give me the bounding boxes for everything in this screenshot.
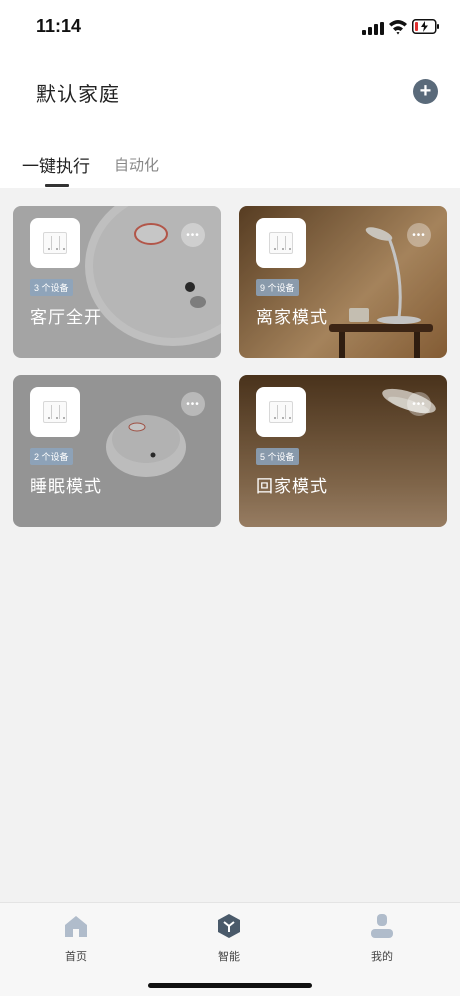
scene-name: 回家模式 (256, 477, 328, 496)
switch-panel-icon (256, 218, 306, 268)
scene-name: 客厅全开 (30, 308, 102, 327)
status-bar: 11:14 (0, 0, 460, 56)
switch-panel-icon (256, 387, 306, 437)
cellular-signal-icon (362, 22, 384, 35)
scene-name: 睡眠模式 (30, 477, 102, 496)
bottom-nav: 首页 智能 我的 (0, 902, 460, 996)
switch-panel-icon (30, 218, 80, 268)
nav-label: 首页 (65, 951, 87, 963)
nav-item-smart[interactable]: 智能 (199, 913, 259, 964)
nav-label: 智能 (218, 951, 240, 963)
nav-item-me[interactable]: 我的 (352, 913, 412, 964)
battery-charging-icon (412, 19, 439, 34)
tab-automation[interactable]: 自动化 (114, 154, 159, 175)
device-count-badge: 9 个设备 (256, 279, 299, 296)
add-scene-button[interactable]: + (413, 79, 438, 104)
scene-card[interactable]: ••• 9 个设备 离家模式 (239, 206, 447, 358)
nav-item-home[interactable]: 首页 (46, 913, 106, 964)
status-time: 11:14 (36, 16, 82, 36)
plus-icon: + (419, 79, 432, 102)
tab-one-tap[interactable]: 一键执行 (22, 152, 90, 177)
home-title[interactable]: 默认家庭 (36, 78, 120, 107)
switch-panel-icon (30, 387, 80, 437)
tab-indicator (45, 184, 69, 187)
scene-card[interactable]: ••• 5 个设备 回家模式 (239, 375, 447, 527)
more-options-button[interactable]: ••• (407, 223, 431, 247)
more-options-button[interactable]: ••• (181, 392, 205, 416)
scene-card[interactable]: ••• 3 个设备 客厅全开 (13, 206, 221, 358)
home-indicator[interactable] (148, 983, 312, 988)
smart-cube-icon (218, 914, 240, 938)
more-options-button[interactable]: ••• (407, 392, 431, 416)
header: 默认家庭 + 一键执行 自动化 (0, 56, 460, 188)
device-count-badge: 2 个设备 (30, 448, 73, 465)
device-count-badge: 3 个设备 (30, 279, 73, 296)
device-count-badge: 5 个设备 (256, 448, 299, 465)
nav-label: 我的 (371, 951, 393, 963)
wifi-icon (389, 20, 407, 35)
home-icon (65, 916, 87, 937)
scene-card[interactable]: ••• 2 个设备 睡眠模式 (13, 375, 221, 527)
profile-icon (371, 914, 393, 938)
scene-name: 离家模式 (256, 308, 328, 327)
more-options-button[interactable]: ••• (181, 223, 205, 247)
